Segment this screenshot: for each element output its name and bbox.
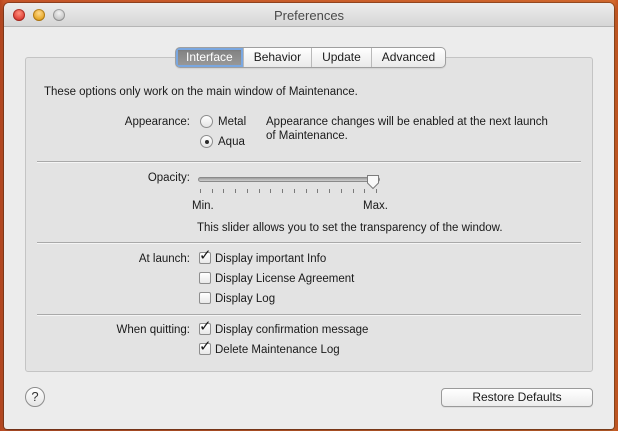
- slider-tick: [340, 189, 342, 193]
- slider-tick: [317, 189, 319, 193]
- slider-tick: [305, 189, 307, 193]
- appearance-label: Appearance:: [124, 116, 190, 128]
- display-license-agreement-label[interactable]: Display License Agreement: [215, 273, 354, 285]
- opacity-description: This slider allows you to set the transp…: [197, 222, 503, 234]
- display-license-agreement-checkbox[interactable]: [199, 272, 211, 284]
- appearance-aqua-radio[interactable]: [200, 135, 213, 148]
- question-mark-icon: ?: [31, 389, 39, 404]
- tab-advanced[interactable]: Advanced: [370, 48, 445, 67]
- slider-tick: [270, 189, 272, 193]
- opacity-slider-ticks: [200, 189, 377, 194]
- slider-tick: [329, 189, 331, 193]
- opacity-slider-track[interactable]: [198, 177, 380, 182]
- restore-defaults-button[interactable]: Restore Defaults: [441, 388, 593, 407]
- window-title: Preferences: [273, 8, 345, 23]
- appearance-metal-label[interactable]: Metal: [218, 116, 246, 128]
- tab-interface[interactable]: Interface: [176, 48, 243, 67]
- appearance-note-line1: Appearance changes will be enabled at th…: [266, 116, 548, 128]
- display-confirmation-message-label[interactable]: Display confirmation message: [215, 324, 368, 336]
- opacity-min-label: Min.: [192, 200, 214, 212]
- help-button[interactable]: ?: [25, 387, 45, 407]
- slider-tick: [211, 189, 213, 193]
- appearance-note-line2: of Maintenance.: [266, 130, 348, 142]
- checkmark-icon: ✓: [199, 247, 212, 264]
- display-confirmation-message-checkbox[interactable]: ✓: [199, 318, 212, 335]
- slider-tick: [258, 189, 260, 193]
- at-launch-label: At launch:: [138, 253, 190, 265]
- appearance-aqua-label[interactable]: Aqua: [218, 136, 245, 148]
- display-log-checkbox[interactable]: [199, 292, 211, 304]
- when-quitting-label: When quitting:: [116, 324, 190, 336]
- slider-tick: [352, 189, 354, 193]
- checkmark-icon: ✓: [199, 318, 212, 335]
- slider-tick: [293, 189, 295, 193]
- slider-tick: [246, 189, 248, 193]
- display-important-info-checkbox[interactable]: ✓: [199, 247, 212, 264]
- appearance-metal-radio[interactable]: [200, 115, 213, 128]
- tab-bar: Interface Behavior Update Advanced: [175, 47, 447, 68]
- slider-tick: [223, 189, 225, 193]
- divider: [37, 161, 581, 162]
- delete-maintenance-log-label[interactable]: Delete Maintenance Log: [215, 344, 340, 356]
- display-important-info-label[interactable]: Display important Info: [215, 253, 326, 265]
- slider-tick: [282, 189, 284, 193]
- opacity-label: Opacity:: [147, 172, 190, 184]
- divider: [37, 314, 581, 315]
- divider: [37, 242, 581, 243]
- title-bar[interactable]: Preferences: [4, 3, 614, 27]
- opacity-max-label: Max.: [363, 200, 388, 212]
- tab-behavior[interactable]: Behavior: [242, 48, 311, 67]
- slider-tick: [200, 189, 201, 193]
- preferences-window: Preferences Interface Behavior Update Ad…: [4, 3, 614, 429]
- delete-maintenance-log-checkbox[interactable]: ✓: [199, 338, 212, 355]
- intro-text: These options only work on the main wind…: [44, 86, 358, 98]
- display-log-label[interactable]: Display Log: [215, 293, 275, 305]
- checkmark-icon: ✓: [199, 338, 212, 355]
- tab-update[interactable]: Update: [311, 48, 371, 67]
- opacity-slider-thumb[interactable]: [366, 174, 380, 190]
- slider-tick: [235, 189, 237, 193]
